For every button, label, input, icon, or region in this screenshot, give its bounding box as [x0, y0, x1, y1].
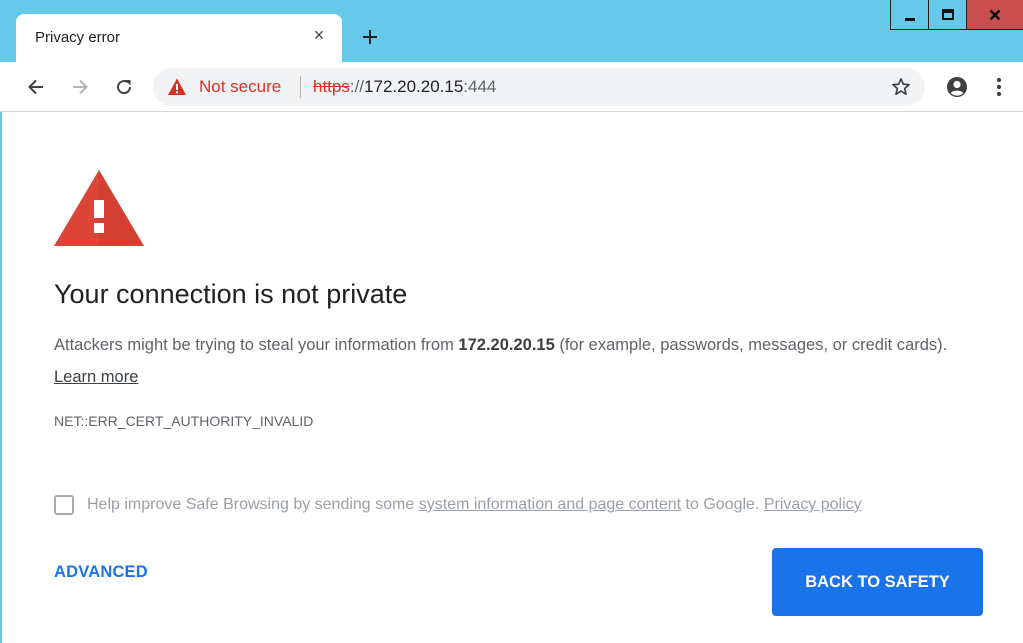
reload-button[interactable] [110, 73, 138, 101]
not-secure-label[interactable]: Not secure [199, 77, 281, 97]
url-scheme: https [313, 77, 350, 96]
optin-text: Help improve Safe Browsing by sending so… [87, 496, 862, 514]
minimize-button[interactable] [891, 0, 929, 29]
back-to-safety-button[interactable]: BACK TO SAFETY [772, 548, 983, 616]
menu-button[interactable] [986, 74, 1012, 100]
error-code: NET::ERR_CERT_AUTHORITY_INVALID [54, 413, 314, 429]
tab-title: Privacy error [35, 29, 121, 46]
explanation-host: 172.20.20.15 [458, 336, 555, 354]
url-host: 172.20.20.15 [364, 77, 464, 96]
learn-more-link[interactable]: Learn more [54, 368, 138, 386]
window-controls [890, 0, 1023, 30]
profile-button[interactable] [944, 74, 970, 100]
account-circle-icon [947, 77, 967, 97]
optin-middle: to Google. [681, 496, 764, 513]
system-info-link[interactable]: system information and page content [419, 496, 681, 513]
omnibox-divider [300, 76, 301, 98]
page-title: Your connection is not private [54, 279, 408, 309]
url-separator: :// [349, 77, 365, 96]
new-tab-button[interactable] [355, 22, 385, 52]
advanced-button[interactable]: ADVANCED [54, 563, 148, 582]
url-text[interactable]: https://172.20.20.15:444 [313, 77, 496, 97]
close-icon [989, 9, 1001, 20]
title-bar: Privacy error × [0, 0, 1023, 62]
warning-triangle-icon [54, 170, 144, 246]
warning-triangle-icon[interactable] [167, 77, 187, 97]
privacy-policy-link[interactable]: Privacy policy [764, 496, 862, 513]
reload-icon [117, 80, 132, 95]
optin-prefix: Help improve Safe Browsing by sending so… [87, 496, 419, 513]
maximize-button[interactable] [929, 0, 967, 29]
browser-toolbar: Not secure https://172.20.20.15:444 [0, 62, 1023, 112]
arrow-right-icon [73, 79, 88, 95]
tab-privacy-error[interactable]: Privacy error × [16, 14, 342, 62]
maximize-icon [941, 8, 954, 20]
back-button[interactable] [22, 73, 50, 101]
forward-button[interactable] [66, 73, 94, 101]
arrow-left-icon [28, 79, 43, 95]
plus-icon [363, 30, 377, 44]
url-port: :444 [463, 77, 497, 96]
window-left-border [0, 112, 2, 643]
explanation-suffix: (for example, passwords, messages, or cr… [554, 336, 948, 354]
explanation-prefix: Attackers might be trying to steal your … [54, 336, 459, 354]
minimize-icon [904, 17, 915, 21]
three-dots-icon [996, 77, 1002, 97]
address-bar[interactable]: Not secure https://172.20.20.15:444 [153, 68, 925, 106]
star-icon[interactable] [890, 76, 912, 98]
safe-browsing-optin: Help improve Safe Browsing by sending so… [54, 494, 862, 516]
error-explanation: Attackers might be trying to steal your … [54, 329, 994, 393]
safe-browsing-checkbox[interactable] [54, 495, 74, 515]
tab-close-icon[interactable]: × [308, 24, 330, 46]
close-window-button[interactable] [967, 0, 1023, 29]
